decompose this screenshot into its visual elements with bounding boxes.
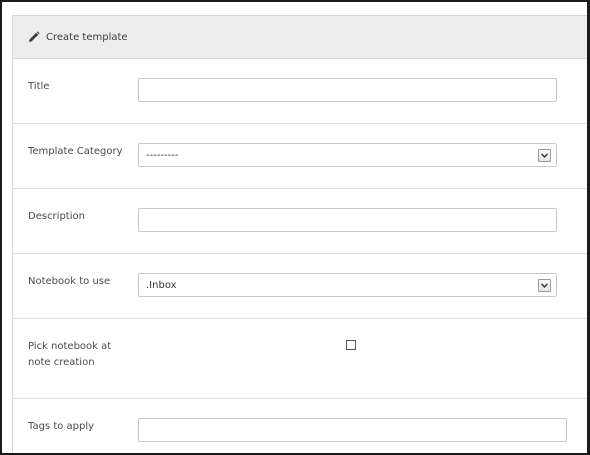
title-input[interactable] bbox=[138, 78, 557, 102]
notebook-label: Notebook to use bbox=[28, 276, 111, 287]
chevron-down-icon[interactable] bbox=[538, 148, 551, 162]
title-row: Title bbox=[13, 59, 587, 124]
template-category-select[interactable]: --------- bbox=[138, 143, 557, 167]
pick-notebook-row: Pick notebook at note creation bbox=[13, 319, 587, 399]
tags-label: Tags to apply bbox=[28, 421, 95, 432]
title-label: Title bbox=[28, 81, 50, 92]
notebook-row: Notebook to use .Inbox bbox=[13, 254, 587, 319]
tags-row: Tags to apply bbox=[13, 399, 587, 453]
pick-notebook-checkbox[interactable] bbox=[346, 340, 356, 350]
pick-notebook-label: Pick notebook at note creation bbox=[28, 339, 111, 371]
pencil-icon bbox=[28, 31, 40, 43]
notebook-select[interactable]: .Inbox bbox=[138, 273, 557, 297]
pick-notebook-label-line1: Pick notebook at bbox=[28, 341, 112, 352]
description-input[interactable] bbox=[138, 208, 557, 232]
create-template-panel: Create template Title Template Category … bbox=[12, 15, 587, 453]
template-category-row: Template Category --------- bbox=[13, 124, 587, 189]
notebook-value: .Inbox bbox=[146, 279, 177, 291]
chevron-down-icon[interactable] bbox=[538, 278, 551, 292]
description-label: Description bbox=[28, 211, 85, 222]
tags-input[interactable] bbox=[138, 418, 567, 442]
template-category-value: --------- bbox=[146, 149, 179, 161]
pick-notebook-label-line2: note creation bbox=[28, 357, 95, 368]
description-row: Description bbox=[13, 189, 587, 254]
panel-header: Create template bbox=[13, 16, 587, 59]
window-frame: Create template Title Template Category … bbox=[0, 0, 590, 455]
panel-title: Create template bbox=[46, 31, 128, 43]
template-category-label: Template Category bbox=[28, 146, 123, 157]
